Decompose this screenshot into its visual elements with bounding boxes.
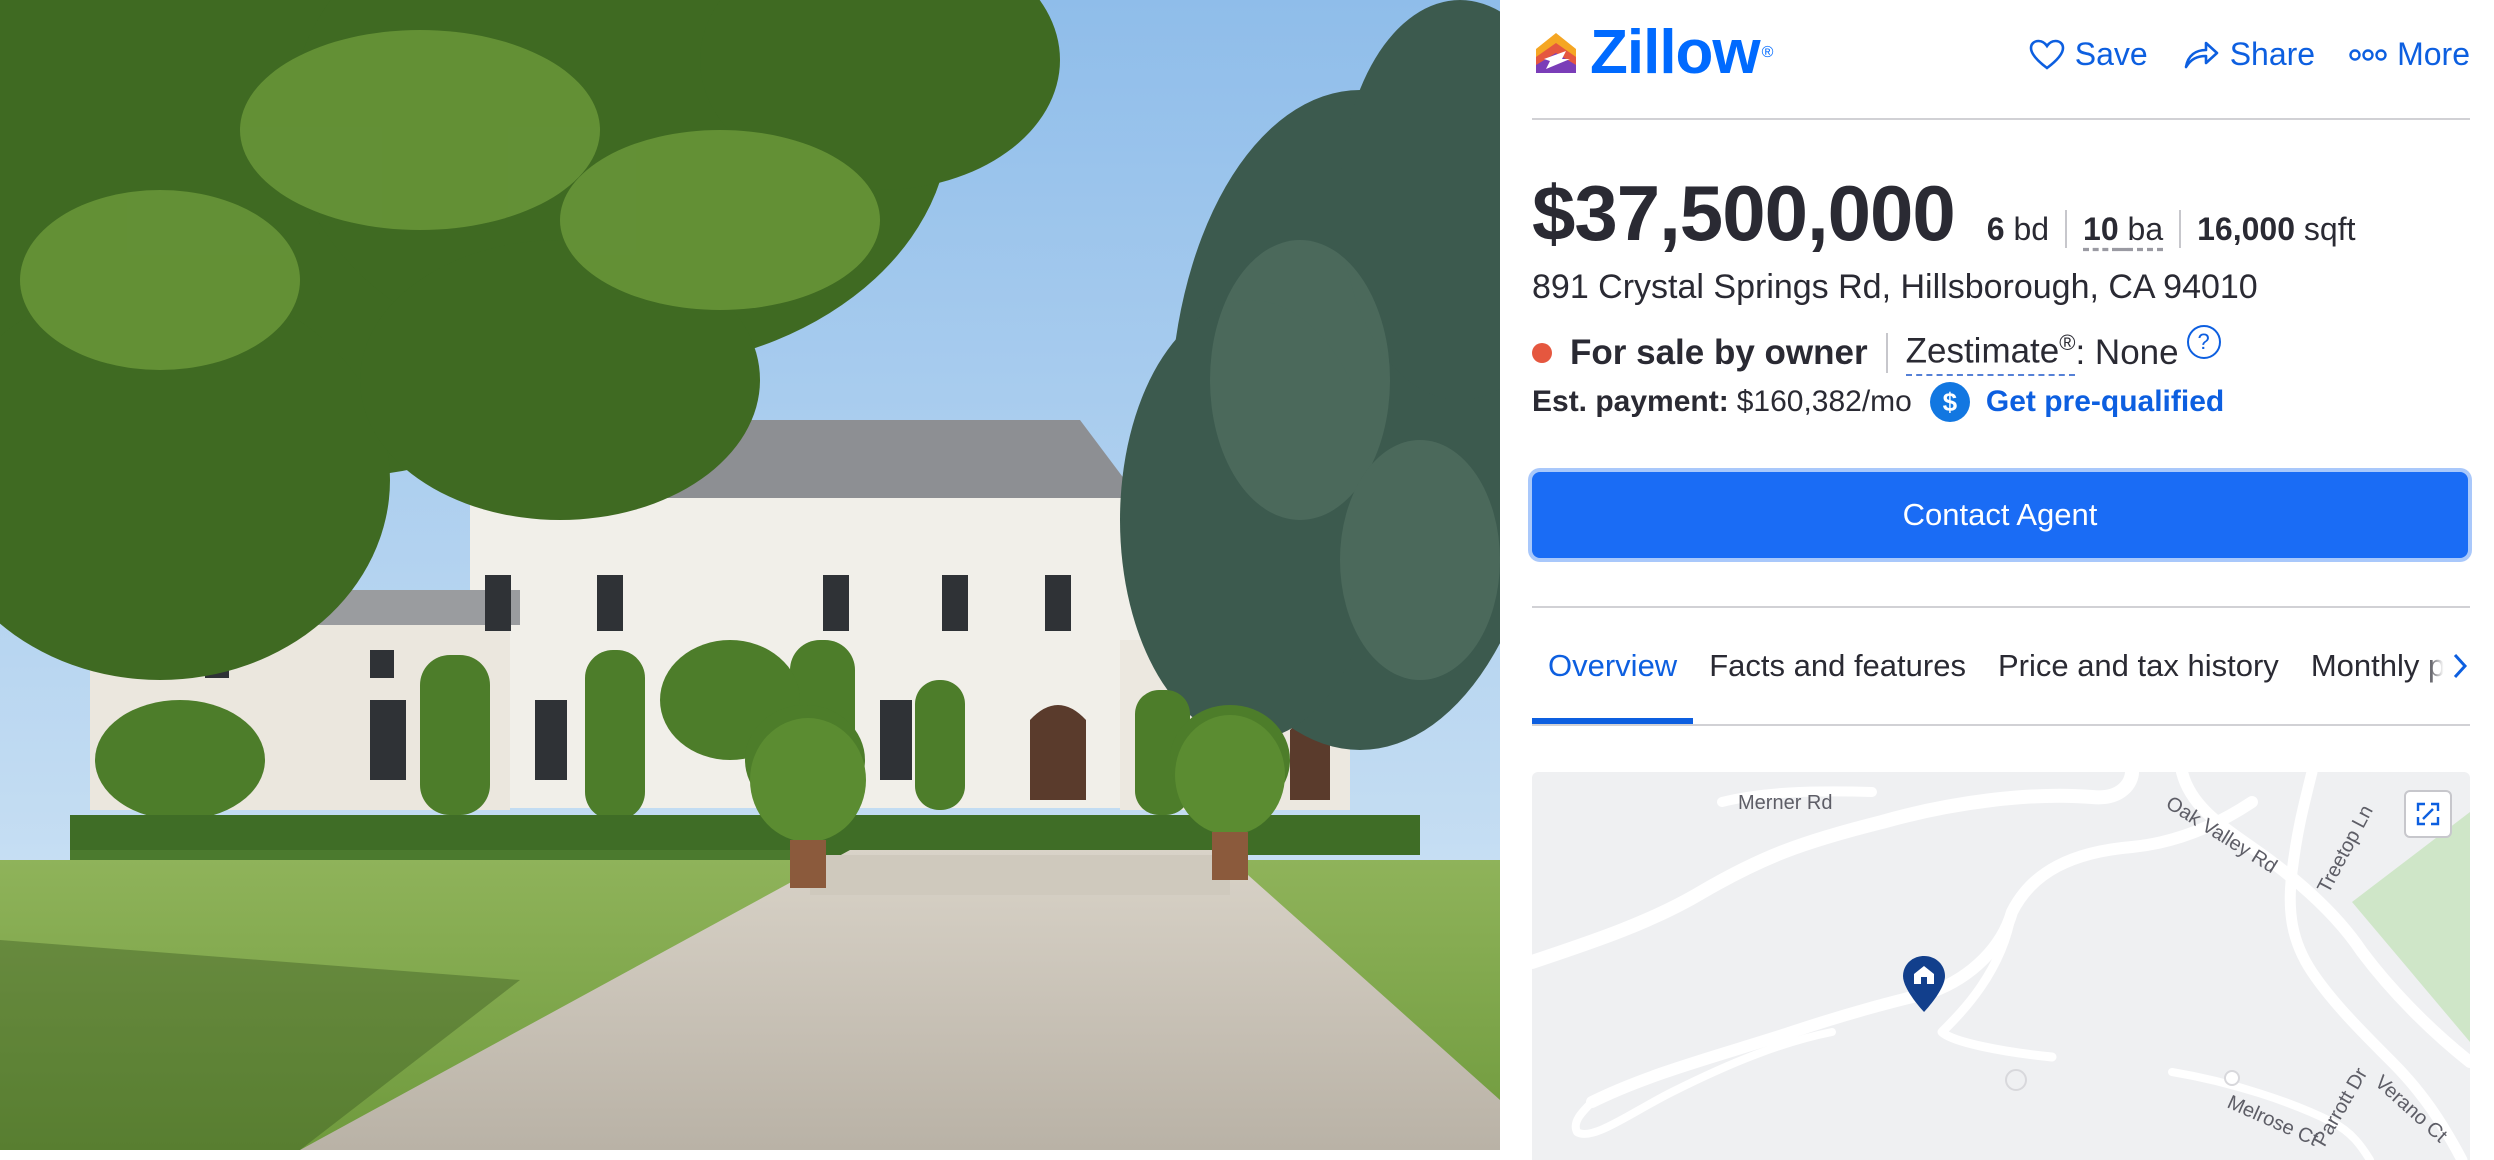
more-icon [2349, 48, 2387, 61]
sqft-fact: 16,000 sqft [2179, 210, 2371, 248]
mansion-photo-illustration [0, 0, 1500, 1150]
listing-status: For sale by owner [1570, 332, 1868, 372]
map-roads [1532, 772, 2470, 1160]
street-label-merner: Merner Rd [1738, 792, 1833, 814]
home-facts: 6 bd 10 ba 16,000 sqft [1987, 210, 2372, 248]
payment-row: Est. payment: $160,382/mo $ Get pre-qual… [1532, 382, 2224, 422]
zestimate-label[interactable]: Zestimate® [1905, 330, 2076, 376]
sqft-unit: sqft [2303, 211, 2356, 247]
home-pin-icon[interactable] [1900, 954, 1948, 1016]
payment-label: Est. payment: [1532, 385, 1729, 418]
status-dot-icon [1532, 342, 1552, 363]
header-actions: Save Share More [2029, 36, 2470, 73]
tab-facts-and-features[interactable]: Facts and features [1693, 608, 1982, 724]
baths-unit: ba [2127, 211, 2164, 247]
sqft-count: 16,000 [2197, 211, 2295, 247]
zestimate-value: : None [2075, 332, 2179, 372]
zillow-logo[interactable]: Zillow ® [1532, 22, 1773, 84]
beds-fact: 6 bd [1987, 210, 2065, 248]
listing-photo[interactable] [0, 0, 1500, 1150]
location-map[interactable]: Merner Rd Oak Valley Rd Treetop Ln Melro… [1532, 772, 2470, 1160]
more-label: More [2397, 36, 2470, 72]
beds-unit: bd [2013, 211, 2050, 247]
listing-price: $37,500,000 [1532, 169, 1956, 257]
logo-text: Zillow [1590, 18, 1761, 87]
listing-panel: Zillow ® Save Share More $37,500,000 6 b… [1532, 0, 2470, 1160]
panel-header: Zillow ® Save Share More [1532, 0, 2470, 120]
zillow-house-icon [1536, 33, 1576, 73]
save-label: Save [2074, 36, 2148, 72]
contact-agent-button[interactable]: Contact Agent [1532, 472, 2468, 558]
baths-fact[interactable]: 10 ba [2065, 210, 2179, 248]
payment-value: $160,382/mo [1736, 385, 1912, 418]
beds-count: 6 [1986, 211, 2005, 247]
zestimate-registered: ® [2059, 330, 2076, 355]
listing-tabs: Overview Facts and features Price and ta… [1532, 606, 2470, 726]
zestimate-text: Zestimate [1905, 331, 2060, 371]
more-button[interactable]: More [2349, 36, 2470, 73]
status-row: For sale by owner Zestimate® : None ? [1532, 324, 2221, 376]
tab-strip: Overview Facts and features Price and ta… [1532, 608, 2470, 724]
expand-icon [2416, 802, 2440, 826]
tab-overview[interactable]: Overview [1532, 608, 1694, 724]
prequalify-link[interactable]: Get pre-qualified [1986, 385, 2224, 419]
share-label: Share [2229, 36, 2316, 72]
chevron-right-icon [2453, 653, 2468, 679]
map-expand-button[interactable] [2404, 790, 2452, 838]
help-icon[interactable]: ? [2186, 324, 2221, 359]
tab-price-and-tax-history[interactable]: Price and tax history [1982, 608, 2295, 724]
status-divider [1885, 332, 1888, 373]
baths-count: 10 [2083, 211, 2119, 247]
dollar-icon: $ [1929, 382, 1970, 422]
share-button[interactable]: Share [2182, 36, 2315, 73]
tabs-scroll-right-button[interactable] [2426, 608, 2470, 724]
logo-registered: ® [1761, 44, 1774, 61]
price-row: $37,500,000 6 bd 10 ba 16,000 sqft [1532, 168, 2371, 259]
heart-icon [2029, 39, 2065, 70]
share-icon [2184, 41, 2219, 68]
listing-address: 891 Crystal Springs Rd, Hillsborough, CA… [1532, 268, 2258, 306]
save-button[interactable]: Save [2029, 36, 2148, 73]
